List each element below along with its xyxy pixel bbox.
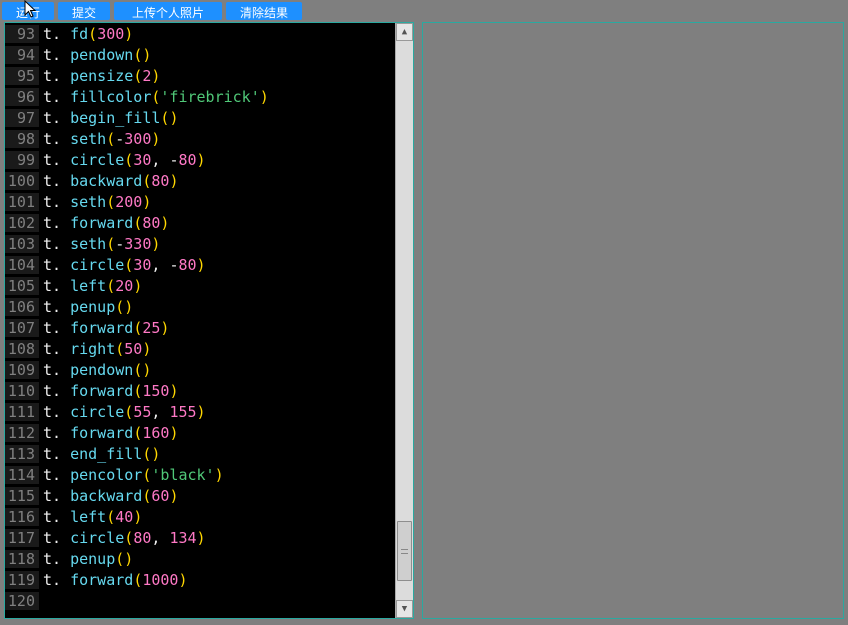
code-content[interactable]: t. right(50) — [39, 340, 151, 358]
line-number: 95 — [5, 67, 39, 85]
line-number: 107 — [5, 319, 39, 337]
code-line[interactable]: 109t. pendown() — [5, 359, 413, 380]
line-number: 119 — [5, 571, 39, 589]
code-content[interactable]: t. fd(300) — [39, 25, 133, 43]
code-line[interactable]: 110t. forward(150) — [5, 380, 413, 401]
code-line[interactable]: 107t. forward(25) — [5, 317, 413, 338]
toolbar: 运行 提交 上传个人照片 清除结果 — [0, 0, 848, 22]
scroll-up-button[interactable]: ▲ — [396, 23, 413, 41]
line-number: 117 — [5, 529, 39, 547]
line-number: 106 — [5, 298, 39, 316]
code-content[interactable]: t. seth(-300) — [39, 130, 160, 148]
code-line[interactable]: 106t. penup() — [5, 296, 413, 317]
line-number: 116 — [5, 508, 39, 526]
code-line[interactable]: 95t. pensize(2) — [5, 65, 413, 86]
code-line[interactable]: 116t. left(40) — [5, 506, 413, 527]
line-number: 104 — [5, 256, 39, 274]
line-number: 115 — [5, 487, 39, 505]
line-number: 98 — [5, 130, 39, 148]
code-content[interactable]: t. pencolor('black') — [39, 466, 224, 484]
code-line[interactable]: 98t. seth(-300) — [5, 128, 413, 149]
submit-button[interactable]: 提交 — [58, 2, 110, 20]
code-line[interactable]: 112t. forward(160) — [5, 422, 413, 443]
line-number: 97 — [5, 109, 39, 127]
code-content[interactable]: t. seth(-330) — [39, 235, 160, 253]
run-button[interactable]: 运行 — [2, 2, 54, 20]
scroll-track[interactable] — [396, 41, 413, 600]
code-content[interactable]: t. circle(80, 134) — [39, 529, 206, 547]
code-line[interactable]: 103t. seth(-330) — [5, 233, 413, 254]
code-content[interactable]: t. begin_fill() — [39, 109, 178, 127]
code-line[interactable]: 99t. circle(30, -80) — [5, 149, 413, 170]
line-number: 112 — [5, 424, 39, 442]
upload-button[interactable]: 上传个人照片 — [114, 2, 222, 20]
code-content[interactable]: t. left(40) — [39, 508, 142, 526]
line-number: 101 — [5, 193, 39, 211]
code-content[interactable]: t. forward(25) — [39, 319, 169, 337]
line-number: 120 — [5, 592, 39, 610]
code-line[interactable]: 102t. forward(80) — [5, 212, 413, 233]
code-content[interactable]: t. backward(60) — [39, 487, 178, 505]
code-line[interactable]: 100t. backward(80) — [5, 170, 413, 191]
code-content[interactable]: t. seth(200) — [39, 193, 151, 211]
code-line[interactable]: 117t. circle(80, 134) — [5, 527, 413, 548]
line-number: 100 — [5, 172, 39, 190]
code-content[interactable]: t. penup() — [39, 298, 133, 316]
line-number: 110 — [5, 382, 39, 400]
clear-button[interactable]: 清除结果 — [226, 2, 302, 20]
vertical-scrollbar[interactable]: ▲ ▼ — [395, 23, 413, 618]
code-editor[interactable]: 93t. fd(300)94t. pendown()95t. pensize(2… — [5, 23, 413, 618]
code-content[interactable]: t. circle(30, -80) — [39, 256, 206, 274]
line-number: 118 — [5, 550, 39, 568]
line-number: 102 — [5, 214, 39, 232]
code-line[interactable]: 120 — [5, 590, 413, 611]
line-number: 93 — [5, 25, 39, 43]
code-line[interactable]: 93t. fd(300) — [5, 23, 413, 44]
code-content[interactable]: t. fillcolor('firebrick') — [39, 88, 269, 106]
code-content[interactable]: t. forward(150) — [39, 382, 178, 400]
line-number: 109 — [5, 361, 39, 379]
code-content[interactable]: t. pendown() — [39, 361, 151, 379]
output-pane — [422, 22, 844, 619]
line-number: 111 — [5, 403, 39, 421]
code-content[interactable]: t. forward(1000) — [39, 571, 188, 589]
code-line[interactable]: 114t. pencolor('black') — [5, 464, 413, 485]
code-content[interactable]: t. circle(55, 155) — [39, 403, 206, 421]
code-content[interactable]: t. pensize(2) — [39, 67, 160, 85]
line-number: 103 — [5, 235, 39, 253]
line-number: 108 — [5, 340, 39, 358]
code-content[interactable]: t. forward(160) — [39, 424, 178, 442]
code-line[interactable]: 104t. circle(30, -80) — [5, 254, 413, 275]
code-content[interactable]: t. circle(30, -80) — [39, 151, 206, 169]
line-number: 114 — [5, 466, 39, 484]
line-number: 99 — [5, 151, 39, 169]
code-line[interactable]: 105t. left(20) — [5, 275, 413, 296]
main-area: 93t. fd(300)94t. pendown()95t. pensize(2… — [0, 22, 848, 623]
line-number: 96 — [5, 88, 39, 106]
code-content[interactable]: t. forward(80) — [39, 214, 169, 232]
scroll-down-button[interactable]: ▼ — [396, 600, 413, 618]
line-number: 94 — [5, 46, 39, 64]
code-line[interactable]: 96t. fillcolor('firebrick') — [5, 86, 413, 107]
line-number: 113 — [5, 445, 39, 463]
code-content[interactable]: t. pendown() — [39, 46, 151, 64]
code-line[interactable]: 118t. penup() — [5, 548, 413, 569]
code-line[interactable]: 97t. begin_fill() — [5, 107, 413, 128]
scroll-thumb[interactable] — [397, 521, 412, 581]
code-line[interactable]: 111t. circle(55, 155) — [5, 401, 413, 422]
editor-wrap: 93t. fd(300)94t. pendown()95t. pensize(2… — [4, 22, 414, 619]
code-line[interactable]: 119t. forward(1000) — [5, 569, 413, 590]
code-content[interactable]: t. penup() — [39, 550, 133, 568]
code-line[interactable]: 115t. backward(60) — [5, 485, 413, 506]
code-content[interactable]: t. left(20) — [39, 277, 142, 295]
code-line[interactable]: 108t. right(50) — [5, 338, 413, 359]
code-content[interactable]: t. end_fill() — [39, 445, 160, 463]
code-line[interactable]: 101t. seth(200) — [5, 191, 413, 212]
code-content[interactable]: t. backward(80) — [39, 172, 178, 190]
code-line[interactable]: 113t. end_fill() — [5, 443, 413, 464]
line-number: 105 — [5, 277, 39, 295]
code-line[interactable]: 94t. pendown() — [5, 44, 413, 65]
